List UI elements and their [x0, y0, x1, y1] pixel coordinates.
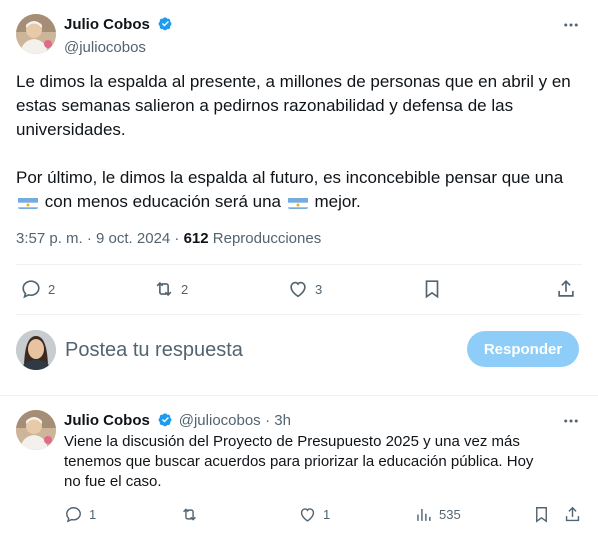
reply-author-name[interactable]: Julio Cobos — [64, 412, 150, 429]
author-name[interactable]: Julio Cobos — [64, 16, 150, 33]
paragraph-2-middle: con menos educación será una — [44, 192, 281, 211]
views-count: 612 — [183, 230, 209, 247]
reply-count: 1 — [89, 507, 97, 522]
reply-action[interactable]: 2 — [20, 278, 55, 300]
like-action[interactable]: 3 — [287, 278, 322, 300]
like-action[interactable]: 1 — [298, 505, 330, 524]
reply-tweet-text: Viene la discusión del Proyecto de Presu… — [64, 433, 534, 490]
paragraph-2-start: Por último, le dimos la espalda al futur… — [16, 168, 564, 187]
retweet-action[interactable] — [180, 505, 199, 524]
views-label: Reproducciones — [208, 230, 322, 247]
reply-author-handle[interactable]: @juliocobos — [179, 412, 261, 429]
tweet-text: Le dimos la espalda al presente, a millo… — [16, 70, 586, 214]
like-icon — [300, 508, 315, 522]
verified-badge-icon — [157, 15, 174, 37]
tweet-timestamp[interactable]: 3:57 p. m. · 9 oct. 2024 · — [16, 230, 184, 247]
like-icon — [290, 281, 306, 298]
share-action[interactable] — [555, 278, 577, 300]
more-icon[interactable] — [562, 412, 580, 435]
reply-time[interactable]: · 3h — [265, 412, 291, 429]
like-count: 3 — [315, 281, 323, 297]
bookmark-action[interactable] — [421, 278, 443, 300]
like-count: 1 — [323, 507, 331, 522]
share-icon — [558, 280, 574, 297]
user-avatar[interactable] — [16, 330, 56, 370]
paragraph-2-end: mejor. — [314, 192, 361, 211]
tweet-paragraph-1: Le dimos la espalda al presente, a millo… — [16, 72, 571, 139]
divider — [0, 395, 598, 396]
author-info[interactable]: Julio Cobos @juliocobos — [64, 15, 174, 56]
retweet-action[interactable]: 2 — [153, 278, 188, 300]
author-handle[interactable]: @juliocobos — [64, 39, 174, 56]
argentina-flag-icon — [18, 195, 38, 209]
author-avatar[interactable] — [16, 14, 56, 54]
retweet-icon — [156, 281, 172, 297]
reply-button[interactable]: Responder — [467, 331, 579, 367]
bookmark-action[interactable] — [532, 505, 551, 524]
share-action[interactable] — [563, 505, 582, 524]
bookmark-icon — [425, 280, 439, 299]
more-icon[interactable] — [562, 16, 580, 39]
views-icon — [417, 508, 431, 521]
reply-action[interactable]: 1 — [64, 505, 96, 524]
reply-author-row: Julio Cobos @juliocobos · 3h — [64, 411, 291, 433]
views-count: 535 — [439, 507, 461, 522]
views-action[interactable]: 535 — [414, 505, 461, 524]
tweet-meta: 3:57 p. m. · 9 oct. 2024 · 612 Reproducc… — [16, 230, 321, 247]
bookmark-icon — [536, 507, 547, 523]
divider — [16, 264, 582, 265]
retweet-icon — [183, 508, 196, 521]
reply-count: 2 — [48, 281, 56, 297]
reply-input[interactable]: Postea tu respuesta — [65, 339, 243, 362]
reply-icon — [22, 280, 40, 299]
verified-badge-icon — [157, 411, 174, 433]
reply-author-avatar[interactable] — [16, 410, 56, 450]
reply-icon — [66, 507, 81, 523]
argentina-flag-icon — [287, 195, 308, 209]
retweet-count: 2 — [181, 281, 189, 297]
divider — [16, 314, 582, 315]
share-icon — [565, 506, 580, 522]
tweet-paragraph-2: Por último, le dimos la espalda al futur… — [16, 166, 586, 214]
